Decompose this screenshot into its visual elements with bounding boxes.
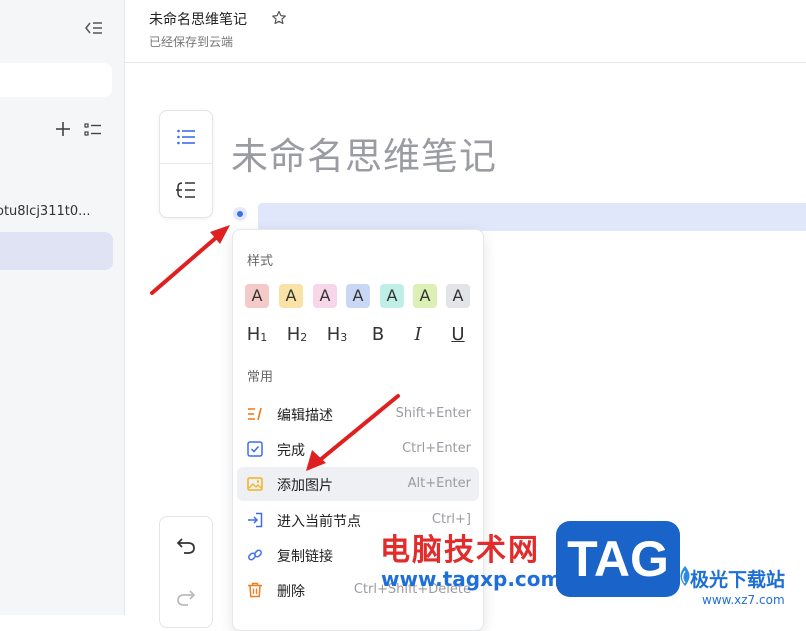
watermark-site-name: 电脑技术网 <box>380 533 540 568</box>
watermark-jg-name: 极光下载站 <box>690 569 786 591</box>
watermark-jg-url: www.xz7.com <box>702 593 785 607</box>
annotation-arrow-bullet <box>150 225 230 295</box>
watermark-site-url: www.tagxp.com <box>381 567 562 591</box>
annotation-arrows <box>150 225 400 471</box>
watermark-tag-logo: TAG <box>556 521 680 597</box>
annotation-arrow-add-image <box>306 394 400 471</box>
